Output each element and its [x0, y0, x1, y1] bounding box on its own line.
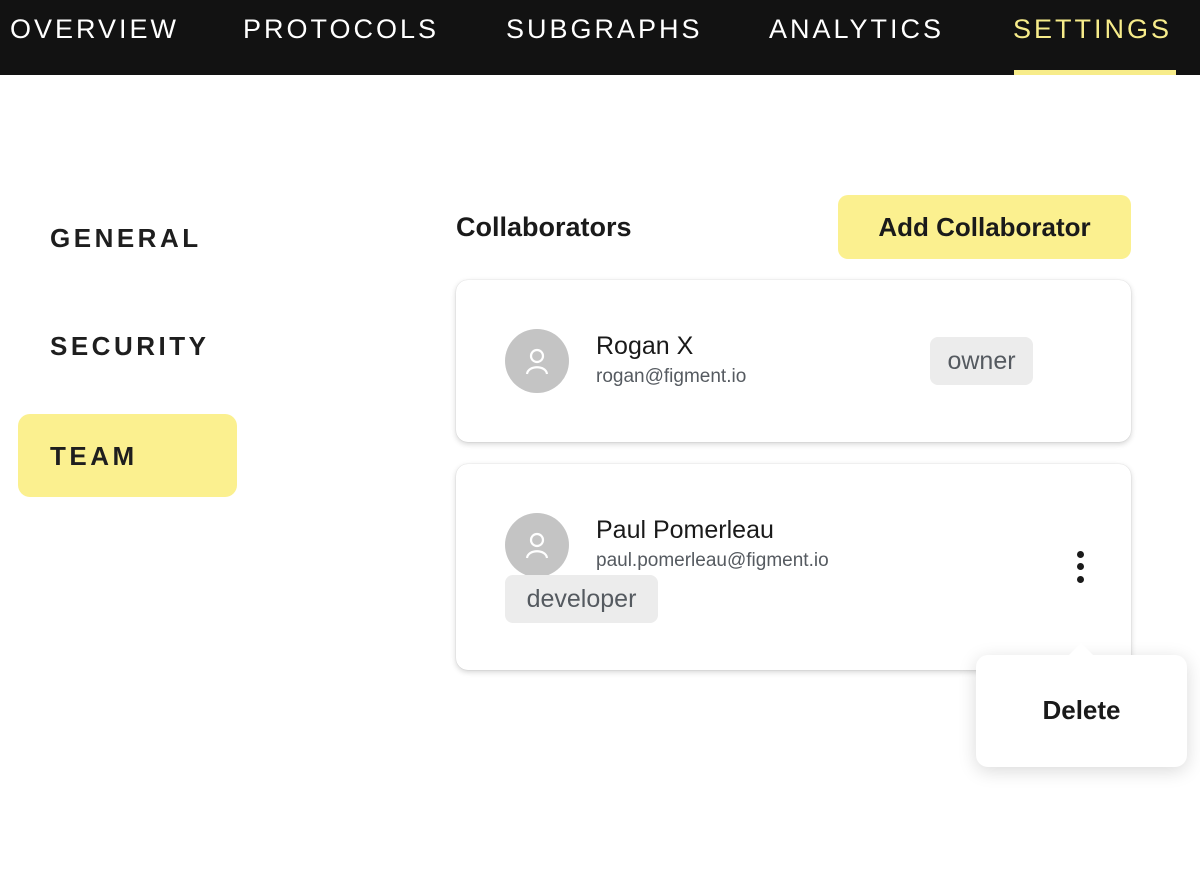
- avatar: [505, 513, 569, 577]
- sidebar-item-general[interactable]: GENERAL: [50, 223, 202, 254]
- role-badge: owner: [930, 337, 1033, 385]
- page-title: Collaborators: [456, 212, 632, 242]
- top-nav: OVERVIEW PROTOCOLS SUBGRAPHS ANALYTICS S…: [0, 0, 1200, 75]
- nav-analytics[interactable]: ANALYTICS: [769, 14, 944, 45]
- user-icon: [525, 348, 549, 375]
- avatar: [505, 329, 569, 393]
- add-collaborator-button[interactable]: Add Collaborator: [838, 195, 1131, 259]
- sidebar-item-security[interactable]: SECURITY: [50, 331, 209, 362]
- nav-protocols[interactable]: PROTOCOLS: [243, 14, 439, 45]
- more-options-icon[interactable]: [1070, 548, 1092, 586]
- nav-settings[interactable]: SETTINGS: [1013, 14, 1172, 45]
- collaborator-email: paul.pomerleau@figment.io: [596, 550, 829, 571]
- user-icon: [525, 532, 549, 559]
- collaborator-name: Rogan X: [596, 332, 694, 360]
- delete-menu-item[interactable]: Delete: [976, 695, 1187, 726]
- role-badge: developer: [505, 575, 658, 623]
- sidebar-item-team-label[interactable]: TEAM: [50, 441, 138, 472]
- active-tab-indicator: [1014, 70, 1176, 75]
- collaborator-email: rogan@figment.io: [596, 366, 747, 387]
- nav-subgraphs[interactable]: SUBGRAPHS: [506, 14, 703, 45]
- menu-arrow: [1068, 643, 1094, 656]
- nav-overview[interactable]: OVERVIEW: [10, 14, 179, 45]
- collaborator-name: Paul Pomerleau: [596, 516, 774, 544]
